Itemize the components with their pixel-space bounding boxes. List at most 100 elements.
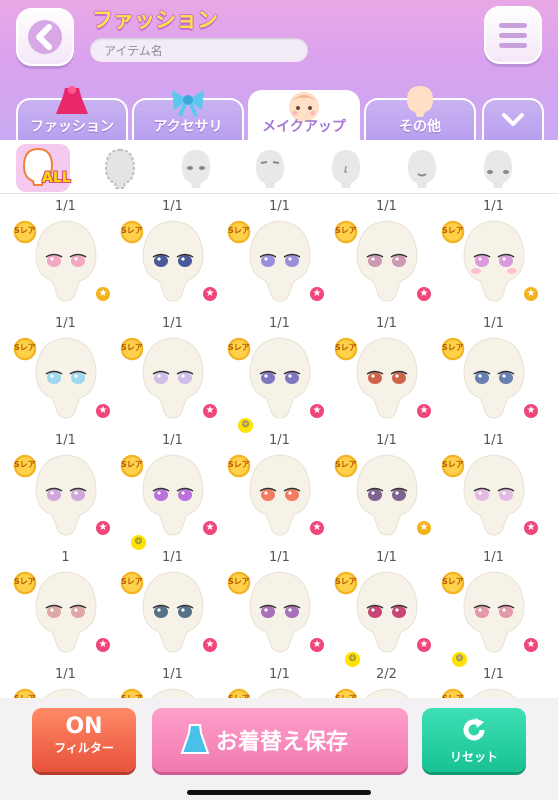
favorite-star-icon[interactable]: ★ xyxy=(201,636,219,654)
bottom-bar: ON フィルター お着替え保存 リセット xyxy=(0,698,558,800)
face-preview-icon xyxy=(356,220,418,302)
makeup-item[interactable]: 1/1 Sレア ★ ❂ xyxy=(333,546,440,667)
all-filter[interactable]: ALL xyxy=(16,144,71,192)
makeup-item[interactable]: 1/1 Sレア ★ xyxy=(12,195,119,312)
mouth-filter[interactable] xyxy=(398,144,452,192)
item-count: 1/1 xyxy=(483,316,504,331)
item-count: 1/1 xyxy=(55,667,76,682)
cheeks-icon xyxy=(484,150,512,188)
tab-label: その他 xyxy=(399,119,441,135)
face-outline-filter[interactable] xyxy=(96,144,150,192)
save-outfit-button[interactable]: お着替え保存 xyxy=(152,708,408,772)
menu-button[interactable] xyxy=(484,6,542,64)
makeup-item[interactable]: 1/1Sレア xyxy=(440,663,547,698)
face-preview-icon xyxy=(356,571,418,653)
rarity-label: Sレア xyxy=(228,577,250,586)
item-count: 2/2 xyxy=(376,667,397,682)
makeup-item[interactable]: 1/1 Sレア ★ xyxy=(333,312,440,429)
mouth-icon xyxy=(408,150,436,188)
makeup-item[interactable]: 1/1 Sレア ★ xyxy=(119,546,226,663)
hamburger-icon xyxy=(499,23,527,48)
makeup-item[interactable]: 1 Sレア ★ xyxy=(12,546,119,663)
favorite-star-icon[interactable]: ★ xyxy=(94,519,112,537)
makeup-item[interactable]: 1/1 Sレア ★ xyxy=(440,429,547,546)
makeup-item[interactable]: 1/1 Sレア ★ xyxy=(12,312,119,429)
favorite-star-icon[interactable]: ★ xyxy=(308,636,326,654)
item-count: 1/1 xyxy=(269,667,290,682)
favorite-star-icon[interactable]: ★ xyxy=(201,519,219,537)
face-preview-icon xyxy=(35,571,97,653)
item-count: 1/1 xyxy=(376,199,397,214)
rarity-label: Sレア xyxy=(121,460,143,469)
favorite-star-icon[interactable]: ★ xyxy=(94,285,112,303)
rarity-label: Sレア xyxy=(121,343,143,352)
eyebrows-filter[interactable] xyxy=(246,144,300,192)
cheeks-filter[interactable] xyxy=(474,144,528,192)
tab-accessory[interactable]: アクセサリ xyxy=(132,90,244,140)
tab-more[interactable] xyxy=(482,98,544,140)
makeup-item[interactable]: 1/1 Sレア ★ xyxy=(119,312,226,429)
favorite-star-icon[interactable]: ★ xyxy=(415,636,433,654)
makeup-item[interactable]: 1/1 Sレア ★ xyxy=(440,312,547,429)
makeup-item[interactable]: 1/1 Sレア ★ xyxy=(440,195,547,312)
face-preview-icon xyxy=(142,337,204,419)
favorite-star-icon[interactable]: ★ xyxy=(415,519,433,537)
makeup-item[interactable]: 1/1 Sレア ★ xyxy=(333,429,440,546)
item-count: 1/1 xyxy=(269,550,290,565)
item-count: 1 xyxy=(61,550,70,565)
reset-button[interactable]: リセット xyxy=(422,708,526,772)
filter-toggle-button[interactable]: ON フィルター xyxy=(32,708,136,772)
face-preview-icon xyxy=(142,220,204,302)
makeup-item[interactable]: 1/1Sレア xyxy=(119,663,226,698)
rarity-label: Sレア xyxy=(228,460,250,469)
filter-label: フィルター xyxy=(54,741,114,755)
favorite-star-icon[interactable]: ★ xyxy=(308,402,326,420)
favorite-star-icon[interactable]: ★ xyxy=(201,402,219,420)
item-count: 1/1 xyxy=(269,316,290,331)
face-preview-icon xyxy=(249,454,311,536)
rarity-label: Sレア xyxy=(121,577,143,586)
makeup-item[interactable]: 1/1 Sレア ★ ❂ xyxy=(119,429,226,550)
favorite-star-icon[interactable]: ★ xyxy=(415,402,433,420)
favorite-star-icon[interactable]: ★ xyxy=(415,285,433,303)
all-label: ALL xyxy=(42,170,71,186)
makeup-item[interactable]: 2/2Sレア xyxy=(333,663,440,698)
back-button[interactable] xyxy=(16,8,74,66)
item-count: 1/1 xyxy=(483,199,504,214)
tab-makeup[interactable]: メイクアップ xyxy=(248,90,360,140)
face-preview-icon xyxy=(365,688,409,698)
favorite-star-icon[interactable]: ★ xyxy=(522,519,540,537)
face-preview-icon xyxy=(142,571,204,653)
makeup-item[interactable]: 1/1Sレア xyxy=(12,663,119,698)
eyes-filter[interactable] xyxy=(172,144,226,192)
makeup-item[interactable]: 1/1 Sレア ★ ❂ xyxy=(226,312,333,433)
search-input[interactable]: アイテム名 xyxy=(90,38,308,62)
favorite-star-icon[interactable]: ★ xyxy=(308,285,326,303)
makeup-item[interactable]: 1/1 Sレア ★ xyxy=(12,429,119,546)
favorite-star-icon[interactable]: ★ xyxy=(94,636,112,654)
favorite-star-icon[interactable]: ★ xyxy=(522,285,540,303)
favorite-star-icon[interactable]: ★ xyxy=(308,519,326,537)
item-count: 1/1 xyxy=(162,316,183,331)
item-count: 1/1 xyxy=(269,433,290,448)
nose-filter[interactable] xyxy=(322,144,376,192)
makeup-item[interactable]: 1/1 Sレア ★ xyxy=(226,195,333,312)
makeup-item[interactable]: 1/1 Sレア ★ ❂ xyxy=(440,546,547,667)
home-indicator xyxy=(187,790,371,795)
makeup-item[interactable]: 1/1Sレア xyxy=(226,663,333,698)
makeup-item[interactable]: 1/1 Sレア ★ xyxy=(226,546,333,663)
face-preview-icon xyxy=(463,220,525,302)
item-count: 1/1 xyxy=(55,433,76,448)
favorite-star-icon[interactable]: ★ xyxy=(201,285,219,303)
favorite-star-icon[interactable]: ★ xyxy=(522,636,540,654)
tab-other[interactable]: その他 xyxy=(364,86,476,140)
makeup-item[interactable]: 1/1 Sレア ★ xyxy=(333,195,440,312)
tab-fashion[interactable]: ファッション xyxy=(16,86,128,140)
favorite-star-icon[interactable]: ★ xyxy=(94,402,112,420)
makeup-item[interactable]: 1/1 Sレア ★ xyxy=(226,429,333,546)
item-count: 1/1 xyxy=(162,667,183,682)
face-preview-icon xyxy=(472,688,516,698)
makeup-item[interactable]: 1/1 Sレア ★ xyxy=(119,195,226,312)
eyebrows-icon xyxy=(256,150,284,188)
favorite-star-icon[interactable]: ★ xyxy=(522,402,540,420)
